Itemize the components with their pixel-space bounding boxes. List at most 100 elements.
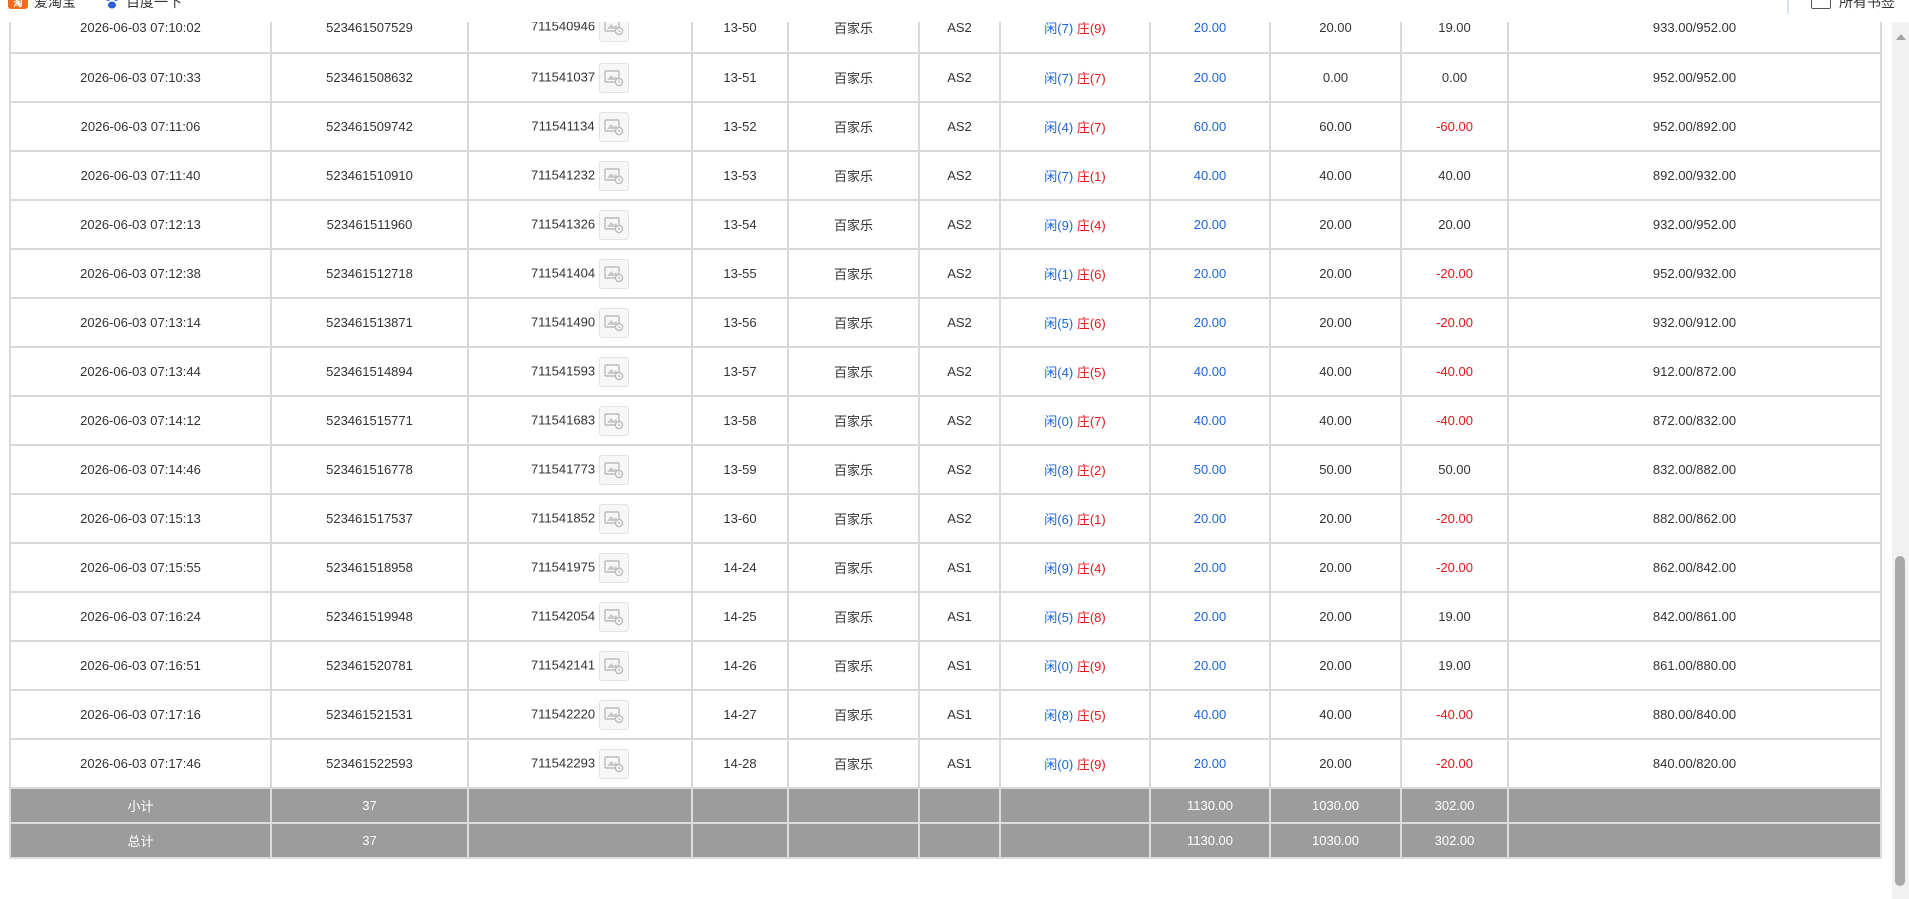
valid-bet: 20.00 [1269, 199, 1402, 250]
view-result-image-icon[interactable] [599, 601, 630, 632]
table-number: 13-54 [691, 199, 789, 250]
game-id-cell: 711541490 [467, 297, 693, 348]
view-result-image-icon[interactable] [599, 503, 630, 534]
view-result-image-icon[interactable] [599, 748, 630, 779]
view-result-image-icon[interactable] [598, 111, 629, 142]
game-id-cell: 711541975 [467, 542, 693, 593]
game-id-cell: 711541773 [467, 444, 693, 495]
bet-time: 2026-06-03 07:11:06 [9, 101, 272, 152]
bet-time: 2026-06-03 07:17:46 [9, 738, 272, 789]
bet-id: 523461515771 [270, 395, 469, 446]
all-bookmarks-label: 所有书签 [1839, 0, 1895, 10]
win-loss: -40.00 [1400, 346, 1509, 397]
bet-id: 523461516778 [270, 444, 469, 495]
table-number: 13-51 [691, 52, 789, 103]
table-row: 2026-06-03 07:12:13 523461511960 711541326… [9, 199, 1882, 250]
bet-id: 523461514894 [270, 346, 469, 397]
total-count: 37 [270, 822, 469, 859]
all-bookmarks-button[interactable]: 所有书签 [1811, 0, 1895, 12]
banker-result: 庄(1) [1076, 169, 1106, 184]
result-cell: 闲(7) 庄(7) [999, 52, 1151, 103]
result-cell: 闲(9) 庄(4) [999, 199, 1151, 250]
table-row: 2026-06-03 07:13:14 523461513871 711541490… [9, 297, 1882, 348]
room-code: AS2 [918, 493, 1001, 544]
balance-change: 840.00/820.00 [1507, 738, 1882, 789]
bet-amount: 20.00 [1149, 738, 1271, 789]
balance-change: 952.00/892.00 [1507, 101, 1882, 152]
bet-id: 523461513871 [270, 297, 469, 348]
balance-change: 842.00/861.00 [1507, 591, 1882, 642]
total-valid: 1030.00 [1269, 822, 1402, 859]
result-cell: 闲(5) 庄(6) [999, 297, 1151, 348]
balance-change: 882.00/862.00 [1507, 493, 1882, 544]
bet-amount: 40.00 [1149, 395, 1271, 446]
banker-result: 庄(4) [1076, 218, 1106, 233]
view-result-image-icon[interactable] [599, 405, 630, 436]
valid-bet: 40.00 [1269, 346, 1402, 397]
bet-amount: 20.00 [1149, 52, 1271, 103]
valid-bet: 0.00 [1269, 52, 1402, 103]
view-result-image-icon[interactable] [599, 160, 630, 191]
bookmarks-bar: 淘 爱淘宝 百度一下 所有书签 [0, 0, 1909, 22]
valid-bet: 20.00 [1269, 493, 1402, 544]
view-result-image-icon[interactable] [599, 552, 630, 583]
table-number: 13-57 [691, 346, 789, 397]
view-result-image-icon[interactable] [599, 356, 630, 387]
view-result-image-icon[interactable] [599, 307, 630, 338]
player-result: 闲(4) [1044, 120, 1074, 135]
game-id-cell: 711541593 [467, 346, 693, 397]
room-code: AS2 [918, 199, 1001, 250]
scrollbar-thumb[interactable] [1895, 556, 1905, 886]
game-id: 711541852 [530, 509, 596, 525]
player-result: 闲(7) [1044, 20, 1074, 36]
banker-result: 庄(2) [1076, 463, 1106, 478]
view-result-image-icon[interactable] [599, 62, 630, 93]
bet-amount: 20.00 [1149, 493, 1271, 544]
table-number: 14-24 [691, 542, 789, 593]
game-type: 百家乐 [787, 297, 920, 348]
table-row: 2026-06-03 07:11:06 523461509742 711541134… [9, 101, 1882, 152]
room-code: AS2 [918, 52, 1001, 103]
win-loss: -20.00 [1400, 738, 1509, 789]
room-code: AS1 [918, 542, 1001, 593]
player-result: 闲(8) [1044, 463, 1074, 478]
view-result-image-icon[interactable] [599, 258, 630, 289]
game-id-cell: 711542220 [467, 689, 693, 740]
view-result-image-icon[interactable] [599, 209, 630, 240]
banker-result: 庄(5) [1076, 708, 1106, 723]
vertical-scrollbar[interactable] [1892, 0, 1909, 899]
table-number: 13-53 [691, 150, 789, 201]
result-cell: 闲(6) 庄(1) [999, 493, 1151, 544]
bet-time: 2026-06-03 07:12:38 [9, 248, 272, 299]
bet-records-table: 2026-06-03 07:10:02 523461507529 711540946… [9, 0, 1882, 859]
subtotal-count: 37 [270, 787, 469, 824]
bet-id: 523461512718 [270, 248, 469, 299]
bookmark-item-2[interactable]: 百度一下 [104, 0, 182, 12]
bet-id: 523461511960 [270, 199, 469, 250]
game-type: 百家乐 [787, 52, 920, 103]
table-number: 13-55 [691, 248, 789, 299]
total-bet: 1130.00 [1149, 822, 1271, 859]
bookmark-item-1[interactable]: 淘 爱淘宝 [8, 0, 76, 12]
scroll-up-arrow-icon[interactable] [1896, 34, 1906, 40]
room-code: AS2 [918, 346, 1001, 397]
player-result: 闲(8) [1044, 708, 1074, 723]
table-row: 2026-06-03 07:12:38 523461512718 711541404… [9, 248, 1882, 299]
table-number: 13-58 [691, 395, 789, 446]
summary-body: 小计 37 1130.00 1030.00 302.00 总计 37 1130.… [9, 787, 1882, 859]
view-result-image-icon[interactable] [599, 650, 630, 681]
folder-icon [1811, 0, 1831, 9]
balance-change: 862.00/842.00 [1507, 542, 1882, 593]
game-id-cell: 711541404 [467, 248, 693, 299]
result-cell: 闲(4) 庄(5) [999, 346, 1151, 397]
table-row: 2026-06-03 07:17:46 523461522593 711542293… [9, 738, 1882, 789]
total-win: 302.00 [1400, 822, 1509, 859]
bet-amount: 20.00 [1149, 640, 1271, 691]
valid-bet: 20.00 [1269, 738, 1402, 789]
result-cell: 闲(9) 庄(4) [999, 542, 1151, 593]
view-result-image-icon[interactable] [599, 699, 630, 730]
view-result-image-icon[interactable] [599, 454, 630, 485]
taobao-icon: 淘 [8, 0, 28, 9]
bet-time: 2026-06-03 07:16:24 [9, 591, 272, 642]
win-loss: 19.00 [1400, 591, 1509, 642]
